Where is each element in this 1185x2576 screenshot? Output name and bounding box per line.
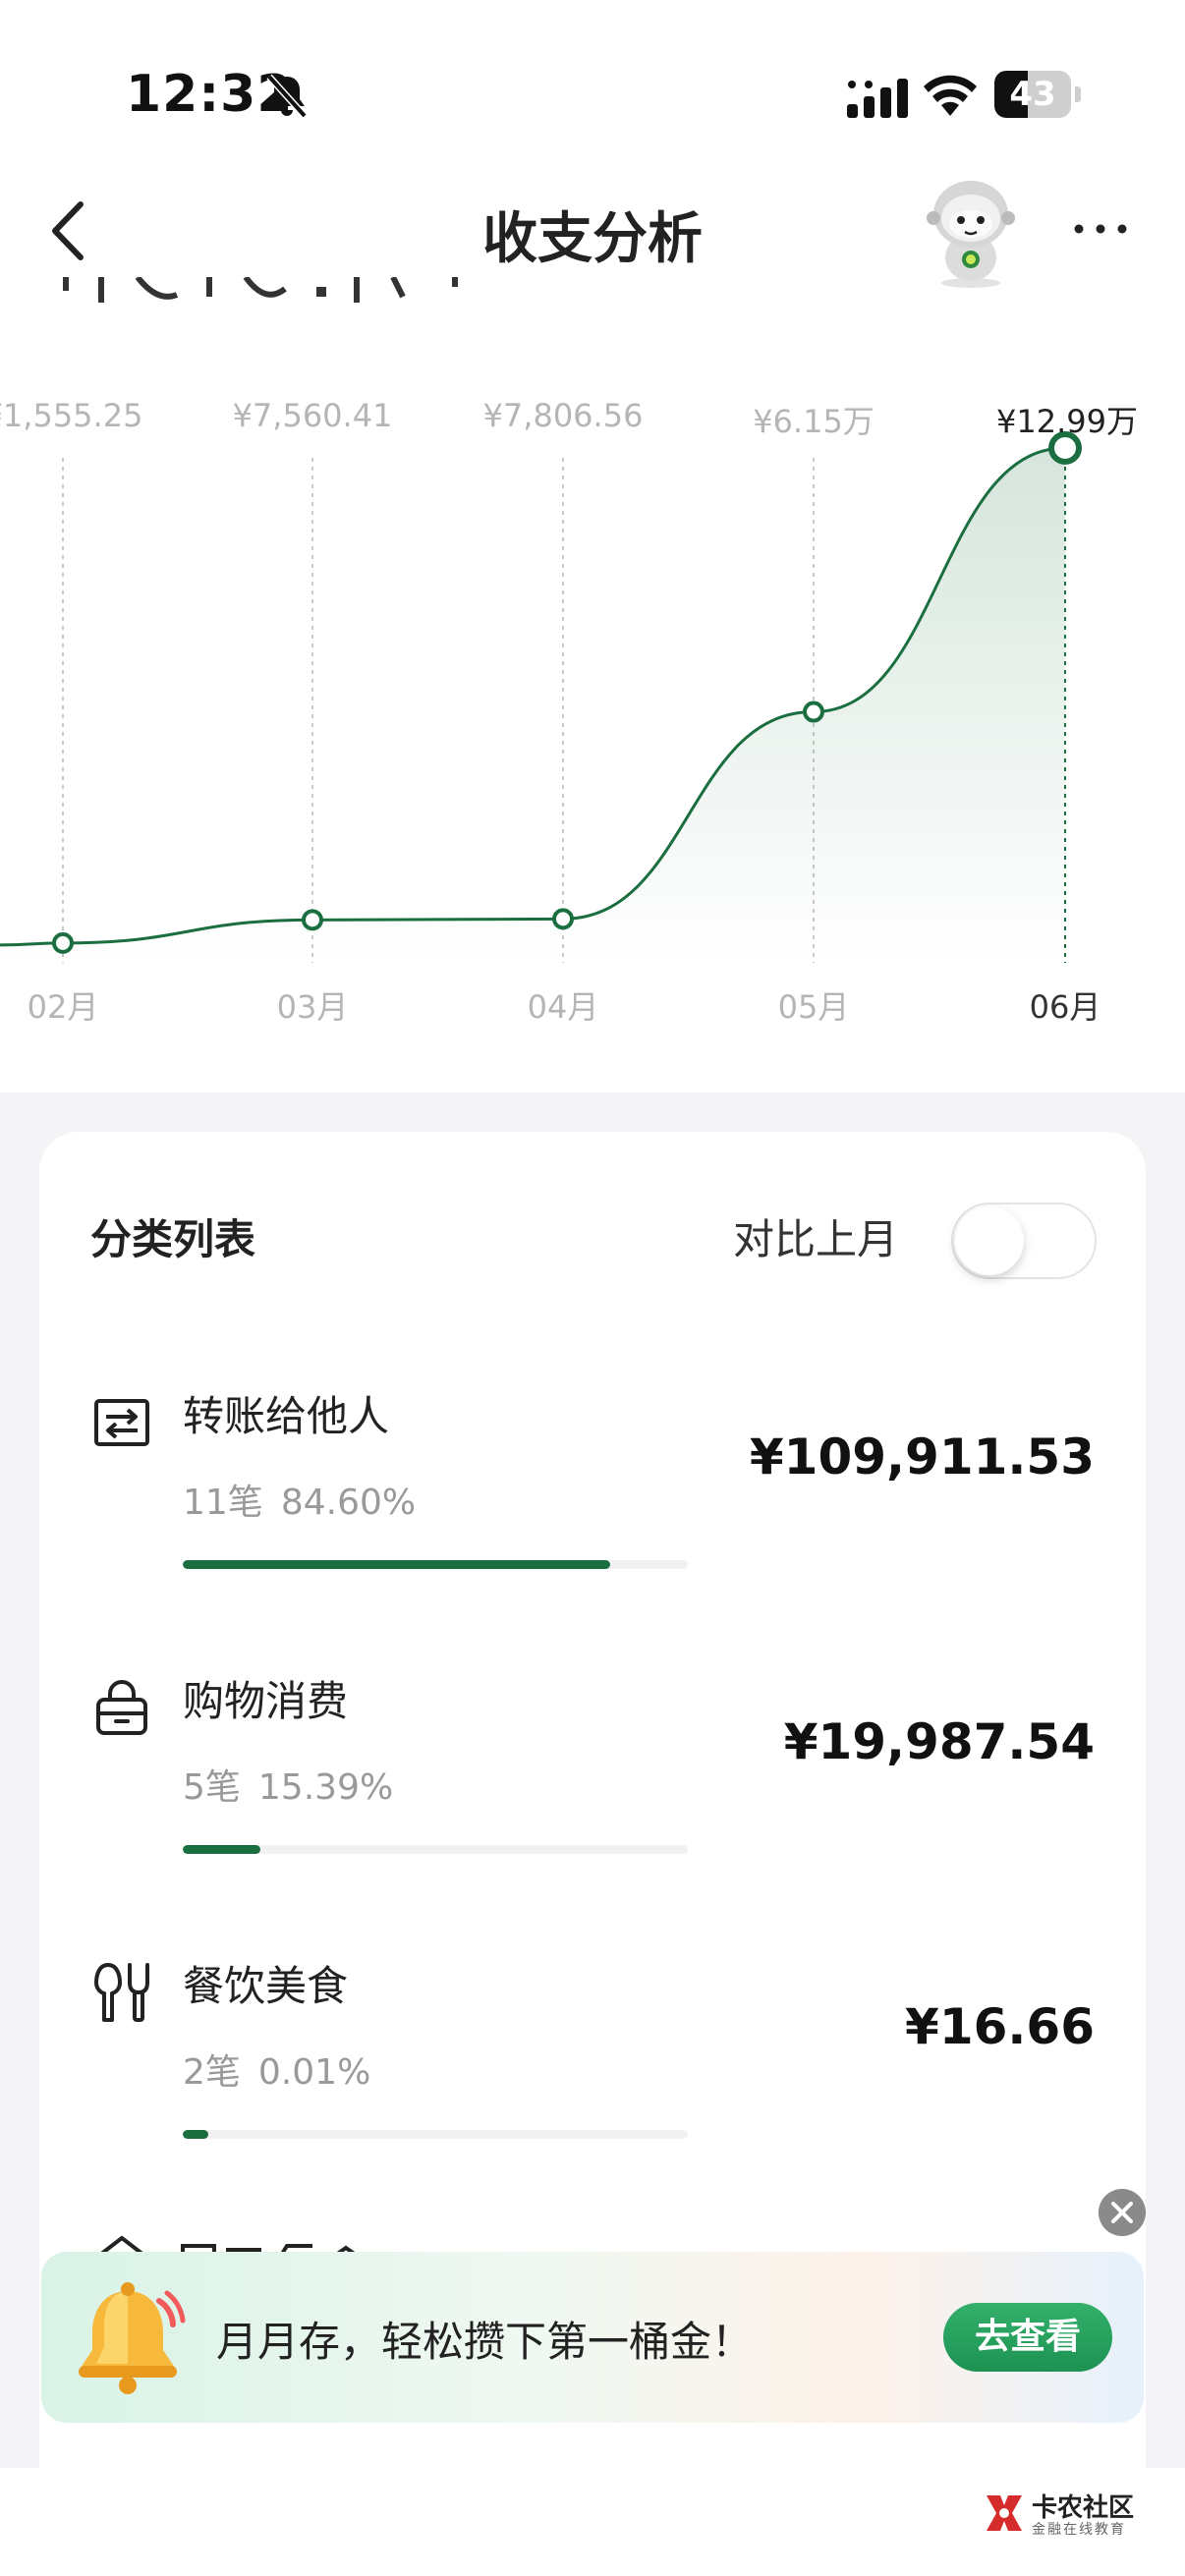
category-name: 餐饮美食 [183,1962,349,2010]
category-row[interactable]: 转账给他人 11笔 84.60% ¥109,911.53 [39,1354,1146,1609]
toggle-knob [955,1206,1024,1275]
scrolled-total-amount [63,277,458,303]
category-name: 转账给他人 [183,1392,390,1440]
bell-off-icon [266,74,308,119]
status-bar: 12:32 43 [0,0,1185,167]
chart-month-label[interactable]: 04月 [528,982,599,1028]
chart-month-label[interactable]: 05月 [778,982,850,1028]
chart-month-label[interactable]: 02月 [28,982,99,1028]
category-percent: 15.39% [257,1767,394,1808]
watermark-logo-icon [987,2495,1022,2531]
promo-view-button[interactable]: 去查看 [943,2303,1112,2372]
compare-last-month-label: 对比上月 [733,1215,899,1263]
category-row[interactable]: 餐饮美食 2笔 0.01% ¥16.66 [39,1924,1146,2179]
category-name: 购物消费 [183,1677,349,1725]
wifi-icon [924,75,977,116]
promo-text: 月月存，轻松攒下第一桶金！ [216,2318,754,2366]
category-list-title: 分类列表 [90,1215,256,1263]
watermark: 卡农社区 金融在线教育 [983,2488,1134,2538]
chart-canvas [0,431,1082,963]
category-share-fill [183,1560,610,1569]
chart-value-label: ¥7,806.56 [482,397,644,434]
category-percent: 84.60% [280,1483,417,1523]
bell-icon [79,2282,186,2394]
fork-knife-icon [94,1963,149,2022]
category-row[interactable]: 购物消费 5笔 15.39% ¥19,987.54 [39,1639,1146,1894]
signal-icon [847,79,908,118]
chart-value-label: ¥7,560.41 [232,397,393,434]
category-amount: ¥19,987.54 [783,1713,1095,1770]
chart-point[interactable] [302,909,323,931]
compare-last-month-toggle[interactable] [951,1203,1097,1279]
category-share-fill [183,2130,208,2139]
monthly-trend-chart: ¥1,555.25 ¥7,560.41 ¥7,806.56 ¥6.15万 ¥12.99万… [0,383,1185,1061]
category-amount: ¥109,911.53 [749,1428,1095,1485]
watermark-subtitle: 金融在线教育 [1032,2522,1126,2538]
header: 收支分析 [0,167,1185,295]
category-meta: 5笔 15.39% [183,1759,393,1810]
chart-month-label[interactable]: 03月 [277,982,349,1028]
category-count: 5笔 [183,1767,241,1808]
shopping-basket-icon [96,1680,147,1735]
category-meta: 11笔 84.60% [183,1474,416,1525]
category-share-bar [183,2130,688,2139]
category-count: 11笔 [183,1483,263,1523]
category-count: 2笔 [183,2052,241,2093]
savings-promo-banner[interactable]: 月月存，轻松攒下第一桶金！ 去查看 [41,2252,1144,2423]
chart-point[interactable] [803,700,824,723]
category-share-bar [183,1845,688,1854]
chart-value-label: ¥6.15万 [753,403,875,440]
chart-month-label[interactable]: 06月 [1030,982,1101,1028]
category-amount: ¥16.66 [905,1998,1095,2055]
robot-assistant-icon[interactable] [912,173,1030,291]
more-icon[interactable] [1071,214,1130,244]
category-percent: 0.01% [257,2052,371,2093]
chart-value-label: ¥12.99万 [996,403,1138,440]
promo-close-icon[interactable] [1099,2189,1146,2236]
chart-point[interactable] [552,908,574,930]
chart-point[interactable] [52,931,74,954]
battery-percent: 43 [1009,75,1056,114]
battery-indicator: 43 [994,71,1083,118]
category-meta: 2笔 0.01% [183,2044,370,2095]
chart-value-label: ¥1,555.25 [0,397,143,434]
transfer-icon [94,1399,149,1446]
category-share-bar [183,1560,688,1569]
chart-area [0,448,1065,963]
category-share-fill [183,1845,261,1854]
